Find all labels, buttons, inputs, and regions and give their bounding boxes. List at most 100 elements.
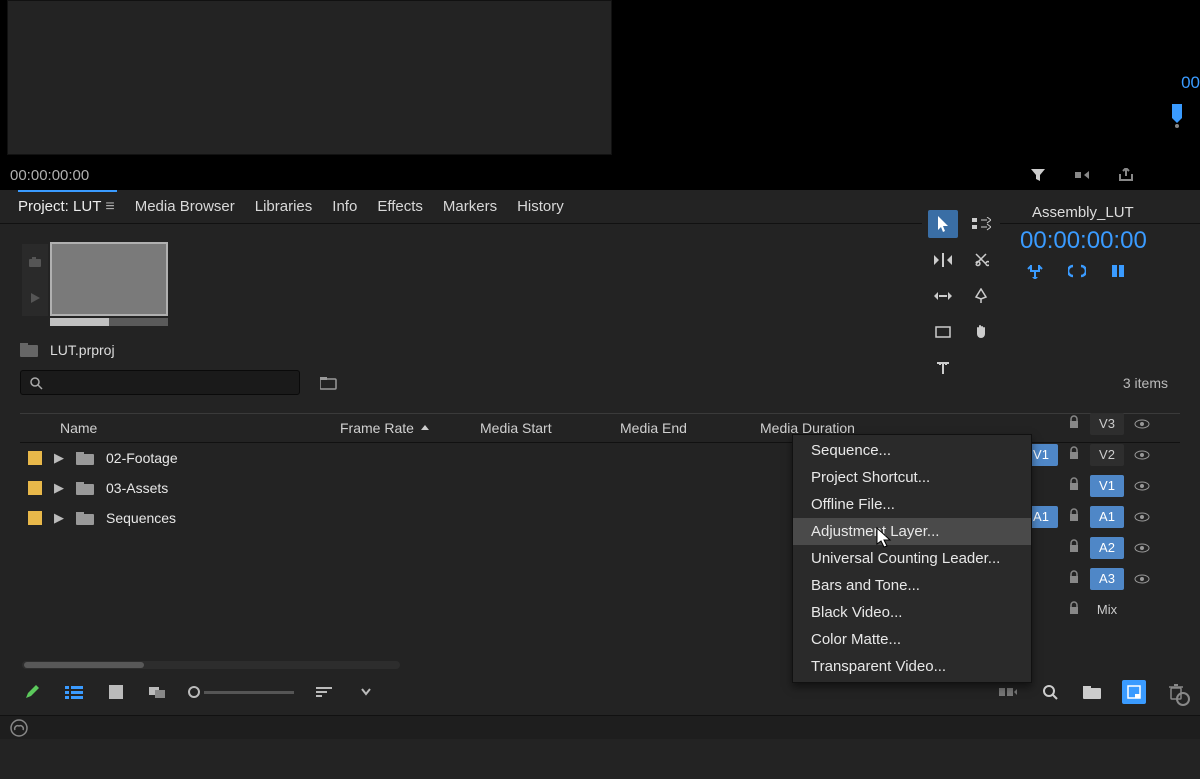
lock-icon[interactable] (1068, 601, 1080, 618)
automate-icon[interactable] (996, 680, 1020, 704)
hand-tool[interactable] (966, 318, 996, 346)
add-marker-icon[interactable] (1110, 263, 1126, 282)
tab-project[interactable]: Project: LUT≡ (18, 191, 135, 223)
tab-markers[interactable]: Markers (443, 191, 517, 222)
source-timecode: 00:00:00:00 (10, 167, 89, 184)
menu-item-sequence[interactable]: Sequence... (793, 437, 1031, 464)
menu-item-offline-file[interactable]: Offline File... (793, 491, 1031, 518)
label-swatch (28, 451, 42, 465)
menu-item-bars-and-tone[interactable]: Bars and Tone... (793, 572, 1031, 599)
label-swatch (28, 481, 42, 495)
razor-tool[interactable] (966, 246, 996, 274)
track-select-tool[interactable] (966, 210, 996, 238)
folder-icon (76, 482, 94, 495)
rectangle-tool[interactable] (928, 318, 958, 346)
tools-panel (922, 206, 1000, 386)
folder-icon (76, 512, 94, 525)
track-row[interactable]: A1 A1 (1020, 501, 1200, 532)
type-tool[interactable] (928, 354, 958, 382)
chevron-right-icon[interactable]: ▶ (54, 480, 64, 496)
new-bin-button[interactable] (1080, 680, 1104, 704)
menu-item-adjustment-layer[interactable]: Adjustment Layer... (793, 518, 1031, 545)
chevron-right-icon[interactable]: ▶ (54, 450, 64, 466)
mute-icon[interactable] (1134, 509, 1150, 525)
eye-icon[interactable] (1134, 478, 1150, 494)
lock-icon[interactable] (1068, 477, 1080, 494)
snap-icon[interactable] (1026, 263, 1044, 282)
project-icon (20, 343, 38, 357)
track-headers: V3 V1 V2 V1 A1 A1 (1020, 408, 1200, 625)
track-row[interactable]: V1 V2 (1020, 439, 1200, 470)
lock-icon[interactable] (1068, 570, 1080, 587)
track-label[interactable]: V2 (1090, 444, 1124, 466)
search-input[interactable] (20, 370, 300, 395)
item-name: 03-Assets (106, 480, 168, 496)
track-row[interactable]: V1 (1020, 470, 1200, 501)
track-row[interactable]: A3 (1020, 563, 1200, 594)
column-name[interactable]: Name (60, 420, 340, 436)
tab-history[interactable]: History (517, 191, 584, 222)
tab-media-browser[interactable]: Media Browser (135, 191, 255, 222)
play-icon (29, 292, 41, 304)
cc-sync-icon[interactable] (10, 719, 28, 737)
timeline-timecode[interactable]: 00:00:00:00 (1020, 223, 1200, 255)
column-frame-rate[interactable]: Frame Rate (340, 420, 480, 436)
chevron-down-icon[interactable] (354, 680, 378, 704)
lock-icon[interactable] (1068, 446, 1080, 463)
chevron-right-icon[interactable]: ▶ (54, 510, 64, 526)
lock-icon[interactable] (1068, 539, 1080, 556)
sequence-tab[interactable]: Assembly_LUT (1020, 200, 1200, 223)
column-media-end[interactable]: Media End (620, 420, 760, 436)
menu-item-transparent-video[interactable]: Transparent Video... (793, 653, 1031, 680)
new-bin-icon[interactable] (318, 371, 342, 395)
filter-icon[interactable] (1026, 163, 1050, 187)
mute-icon[interactable] (1134, 540, 1150, 556)
timeline-zoom-handle[interactable] (1176, 692, 1190, 709)
pencil-icon[interactable] (20, 680, 44, 704)
search-icon (29, 376, 43, 390)
linked-selection-icon[interactable] (1068, 263, 1086, 282)
track-label[interactable]: V1 (1090, 475, 1124, 497)
find-icon[interactable] (1038, 680, 1062, 704)
project-filename: LUT.prproj (50, 342, 115, 358)
track-label[interactable]: A2 (1090, 537, 1124, 559)
list-view-icon[interactable] (62, 680, 86, 704)
tab-effects[interactable]: Effects (377, 191, 443, 222)
zoom-slider[interactable] (188, 686, 294, 698)
track-row[interactable]: Mix (1020, 594, 1200, 625)
pen-tool[interactable] (966, 282, 996, 310)
bin-preview-thumbnail (20, 240, 170, 328)
icon-view-icon[interactable] (104, 680, 128, 704)
freeform-view-icon[interactable] (146, 680, 170, 704)
eye-icon[interactable] (1134, 447, 1150, 463)
menu-item-black-video[interactable]: Black Video... (793, 599, 1031, 626)
track-label[interactable]: A3 (1090, 568, 1124, 590)
column-media-start[interactable]: Media Start (480, 420, 620, 436)
slip-tool[interactable] (928, 282, 958, 310)
new-item-button[interactable] (1122, 680, 1146, 704)
horizontal-scrollbar[interactable] (22, 661, 400, 669)
marker-icon (1168, 104, 1186, 128)
track-label[interactable]: V3 (1090, 413, 1124, 435)
export-icon[interactable] (1114, 163, 1138, 187)
panel-menu-icon[interactable]: ≡ (105, 198, 114, 216)
track-row[interactable]: A2 (1020, 532, 1200, 563)
mute-icon[interactable] (1134, 571, 1150, 587)
track-label[interactable]: A1 (1090, 506, 1124, 528)
track-row[interactable]: V3 (1020, 408, 1200, 439)
eye-icon[interactable] (1134, 416, 1150, 432)
selection-tool[interactable] (928, 210, 958, 238)
item-name: Sequences (106, 510, 176, 526)
menu-item-project-shortcut[interactable]: Project Shortcut... (793, 464, 1031, 491)
menu-item-universal-counting-leader[interactable]: Universal Counting Leader... (793, 545, 1031, 572)
tab-info[interactable]: Info (332, 191, 377, 222)
menu-item-color-matte[interactable]: Color Matte... (793, 626, 1031, 653)
insert-icon[interactable] (1070, 163, 1094, 187)
sort-icon[interactable] (312, 680, 336, 704)
new-item-context-menu: Sequence... Project Shortcut... Offline … (792, 434, 1032, 683)
lock-icon[interactable] (1068, 508, 1080, 525)
tab-libraries[interactable]: Libraries (255, 191, 333, 222)
ripple-edit-tool[interactable] (928, 246, 958, 274)
lock-icon[interactable] (1068, 415, 1080, 432)
track-label[interactable]: Mix (1090, 599, 1124, 621)
